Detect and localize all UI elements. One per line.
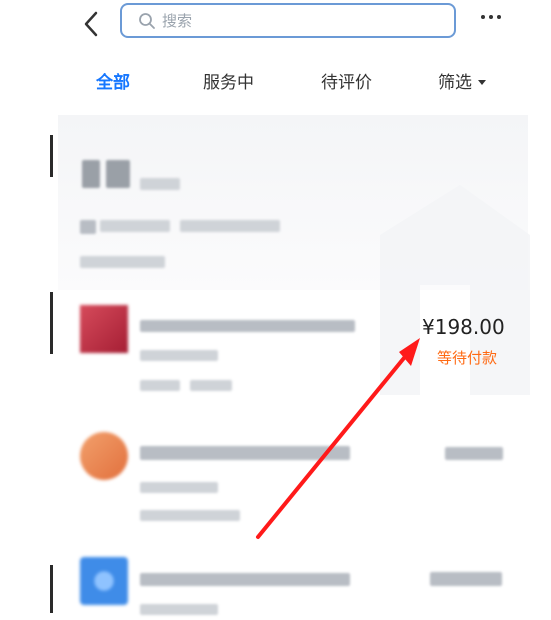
caret-down-icon [478,79,486,85]
edge-bar [50,135,53,177]
blurred-text [140,320,355,332]
blurred-text [180,220,280,232]
edge-bar [50,292,53,354]
back-icon[interactable] [78,10,106,38]
order-price: ¥198.00 [422,315,505,339]
tab-all[interactable]: 全部 [96,73,130,93]
avatar [80,305,128,353]
blurred-text [445,447,503,460]
blurred-text [140,446,350,460]
blurred-text [140,380,180,391]
blurred-text [80,256,165,268]
blurred-text [430,572,502,586]
top-bar: 搜索 [0,0,551,55]
watermark-icon [380,185,530,395]
order-status: 等待付款 [437,349,498,367]
blurred-text [140,482,218,493]
blurred-text [140,178,180,190]
edge-bar [50,565,53,613]
tab-in-service[interactable]: 服务中 [203,73,254,93]
avatar [80,432,128,480]
blurred-text [106,160,130,188]
blurred-text [140,573,350,586]
blurred-text [100,220,170,232]
tab-filter[interactable]: 筛选 [438,73,486,93]
filter-tabs: 全部 服务中 待评价 筛选 [0,55,551,115]
blurred-text [140,510,240,521]
blurred-text [140,604,218,615]
tab-filter-label: 筛选 [438,73,472,93]
search-icon [139,13,155,29]
blurred-text [80,220,96,234]
blurred-text [82,160,100,188]
blurred-text [140,350,218,361]
more-icon[interactable] [480,12,502,22]
search-input[interactable]: 搜索 [120,3,456,38]
blurred-text [190,380,232,391]
avatar [80,557,128,605]
tab-to-review[interactable]: 待评价 [321,73,372,93]
search-placeholder: 搜索 [162,12,193,30]
